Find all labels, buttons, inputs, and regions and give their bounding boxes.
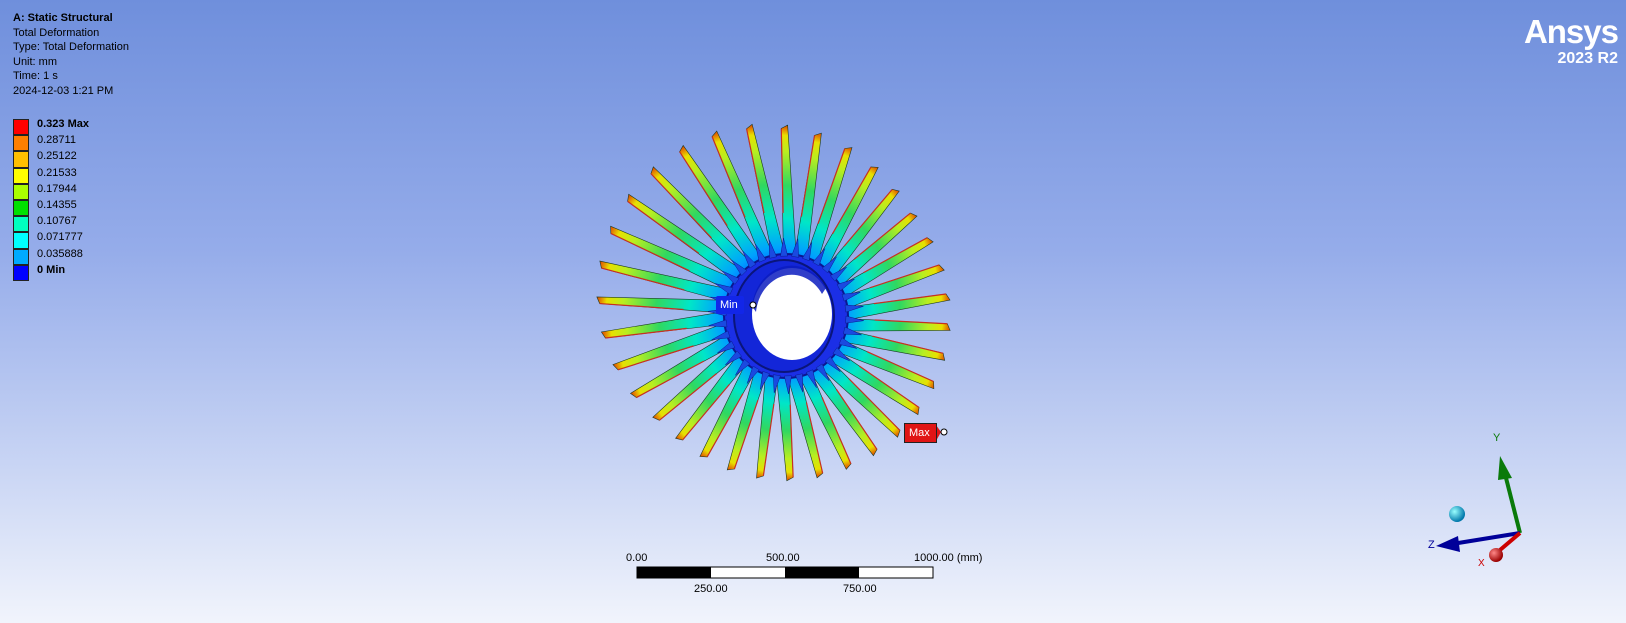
x-axis-label: X <box>1478 558 1485 569</box>
y-axis-arrow <box>1498 456 1512 480</box>
z-axis-arrow <box>1436 536 1460 552</box>
x-axis-ball <box>1489 548 1503 562</box>
coordinate-triad[interactable]: Y Z X <box>0 0 1626 623</box>
isometric-view-ball[interactable] <box>1449 506 1465 522</box>
y-axis-label: Y <box>1493 432 1501 444</box>
z-axis-label: Z <box>1428 539 1435 551</box>
y-axis-line <box>1502 469 1522 534</box>
